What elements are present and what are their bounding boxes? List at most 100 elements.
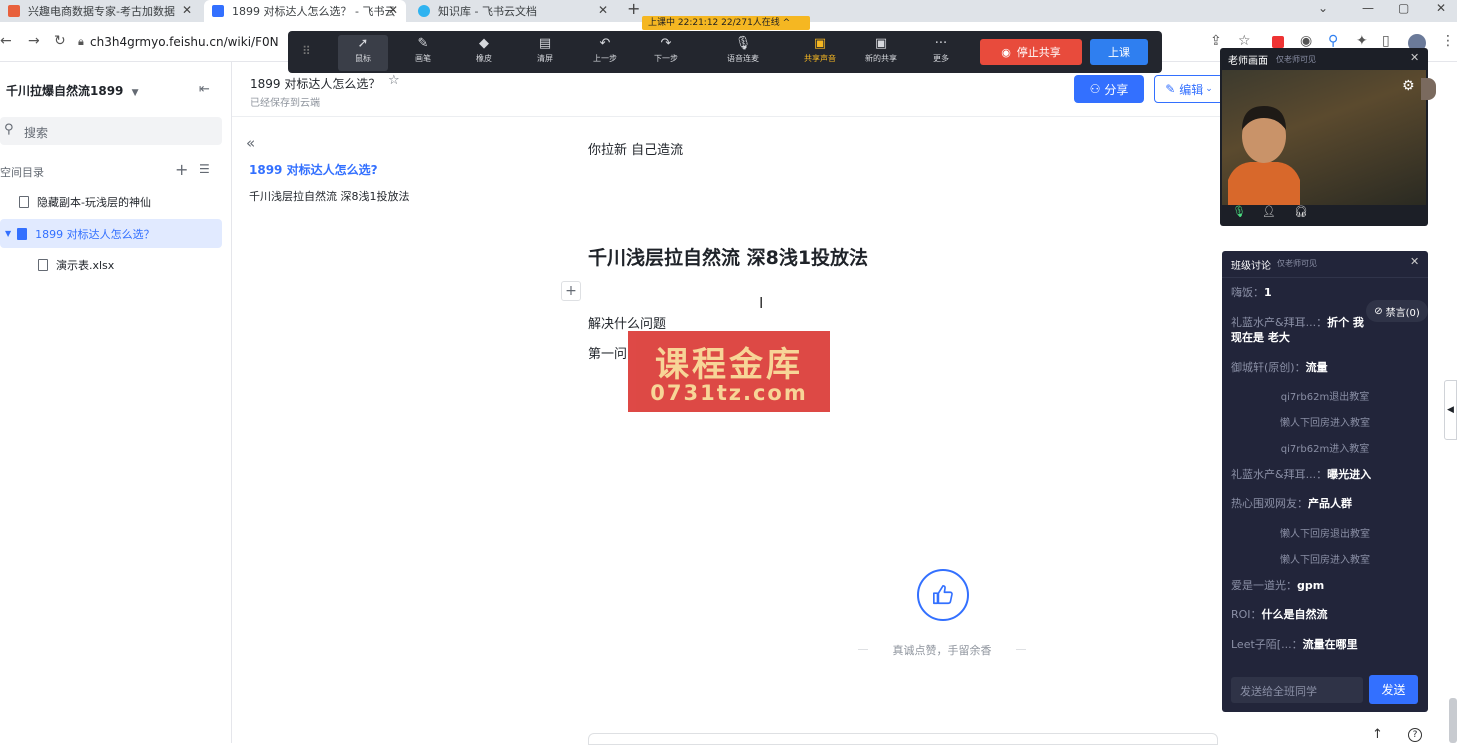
system-notice: qi7rb62m退出教室	[1280, 392, 1370, 403]
tool-pen[interactable]: ✎ 画笔	[398, 35, 448, 71]
share-button[interactable]: ⚇ 分享	[1074, 75, 1144, 103]
send-button[interactable]: 发送	[1369, 675, 1418, 704]
lock-icon[interactable]: 🔒︎	[78, 35, 84, 49]
browser-tab-3[interactable]: 知识库 - 飞书云文档 ✕	[410, 0, 616, 22]
tree-options-icon[interactable]: ☰	[199, 162, 210, 176]
extension-icon[interactable]: ◉	[1300, 33, 1312, 49]
sidebar-item-hidden-copy[interactable]: 隐藏副本-玩浅层的神仙	[0, 187, 222, 216]
chevron-down-icon: ⌄	[1205, 84, 1213, 94]
extension-icon[interactable]: ⚲	[1328, 33, 1338, 49]
doc-icon	[17, 227, 28, 240]
save-status: 已经保存到云端	[250, 98, 320, 109]
sidebar-search-input[interactable]: ⚲ 搜索	[0, 117, 222, 145]
expand-caret-icon[interactable]: ▼	[5, 229, 11, 238]
mic-icon[interactable]: 🎙︎	[1232, 205, 1246, 218]
settings-gear-icon[interactable]: ⚙	[1402, 78, 1415, 94]
browser-menu-icon[interactable]: ⋮	[1441, 33, 1455, 49]
chat-message: 御城轩(原创)：流量	[1231, 361, 1328, 374]
edit-button[interactable]: ✎ 编辑 ⌄	[1154, 75, 1224, 103]
bookmark-star-icon[interactable]: ☆	[1238, 33, 1251, 49]
cursor-icon: ➚	[357, 36, 369, 51]
space-dropdown-icon[interactable]: ▼	[132, 88, 139, 98]
tab-title: 知识库 - 飞书云文档	[438, 5, 537, 18]
help-icon[interactable]: ?	[1408, 728, 1422, 742]
browser-tab-2[interactable]: 1899 对标达人怎么选？ - 飞书云 ✕	[204, 0, 406, 22]
tab-close-icon[interactable]: ✕	[182, 3, 192, 17]
space-title[interactable]: 千川拉爆自然流1899 ▼	[6, 82, 139, 99]
panel-subtitle: 仅老师可见	[1276, 55, 1316, 64]
doc-icon	[19, 195, 29, 208]
pen-icon: ✎	[417, 36, 429, 51]
favorite-star-icon[interactable]: ☆	[388, 73, 400, 88]
teacher-video: ⚙	[1222, 70, 1426, 205]
undo-icon: ↶	[599, 36, 611, 51]
sidebar-item-label: 隐藏副本-玩浅层的神仙	[37, 195, 151, 209]
mute-all-button[interactable]: ⊘ 禁言(0)	[1366, 300, 1428, 322]
tab-favicon-icon	[212, 5, 224, 17]
tab-close-icon[interactable]: ✕	[598, 3, 608, 17]
back-icon[interactable]: ←	[0, 33, 12, 49]
close-icon[interactable]: ✕	[1410, 51, 1419, 64]
share-page-icon[interactable]: ⇪	[1210, 33, 1222, 49]
mute-icon: ⊘	[1374, 305, 1383, 317]
tool-clear[interactable]: ▤ 清屏	[520, 35, 570, 71]
chat-message: 礼蓝水产&拜耳...：折个 我现在是 老大	[1231, 316, 1364, 344]
tab-favicon-icon	[8, 5, 20, 17]
chat-message: 热心围观网友：产品人群	[1231, 497, 1352, 510]
system-notice: 懒人下回房进入教室	[1280, 418, 1370, 429]
maximize-icon[interactable]: ▢	[1398, 1, 1409, 15]
like-button[interactable]	[917, 569, 969, 621]
tool-voice-link[interactable]: 🎙︎ 语音连麦	[718, 35, 768, 71]
url-text[interactable]: ch3h4grmyo.feishu.cn/wiki/F0N	[90, 35, 279, 49]
collapse-toc-icon[interactable]: «	[246, 134, 255, 152]
comment-box[interactable]	[588, 733, 1218, 745]
scrollbar-thumb[interactable]	[1449, 698, 1457, 743]
tool-cursor[interactable]: ➚ 鼠标	[338, 35, 388, 71]
start-class-button[interactable]: 上课	[1090, 39, 1148, 65]
chat-message: 爱是一道光：gpm	[1231, 579, 1325, 592]
chat-message: 嗨饭：1	[1231, 286, 1272, 299]
tool-new-share[interactable]: ▣ 新的共享	[856, 35, 906, 71]
panel-subtitle: 仅老师可见	[1277, 259, 1317, 268]
toc-item[interactable]: 千川浅层拉自然流 深8浅1投放法	[249, 188, 410, 204]
user-icon[interactable]: 👤︎	[1262, 205, 1276, 218]
tab-search-icon[interactable]: ⌄	[1318, 1, 1328, 15]
browser-tab-1[interactable]: 兴趣电商数据专家-考古加数据 ✕	[0, 0, 200, 22]
doc-title[interactable]: 1899 对标达人怎么选？	[250, 75, 380, 92]
tool-undo[interactable]: ↶ 上一步	[580, 35, 630, 71]
minimize-icon[interactable]: —	[1362, 1, 1374, 15]
close-icon[interactable]: ✕	[1410, 255, 1419, 268]
tool-share-audio[interactable]: ▣ 共享声音	[795, 35, 845, 71]
reload-icon[interactable]: ↻	[54, 33, 66, 49]
chat-message: Leet子陌[...：流量在哪里	[1231, 638, 1358, 651]
add-block-icon[interactable]: +	[561, 281, 581, 301]
new-share-icon: ▣	[874, 36, 888, 51]
drag-handle-icon[interactable]: ⠿	[302, 44, 311, 58]
close-window-icon[interactable]: ✕	[1436, 1, 1446, 15]
back-to-top-icon[interactable]: ↑	[1372, 727, 1383, 742]
thumbs-up-icon	[933, 585, 953, 605]
extensions-puzzle-icon[interactable]: ✦	[1356, 33, 1368, 49]
toc-title[interactable]: 1899 对标达人怎么选?	[249, 161, 378, 178]
side-panel-icon[interactable]: ▯	[1382, 33, 1390, 49]
headset-icon[interactable]: 🎧︎	[1294, 205, 1308, 218]
stop-share-button[interactable]: ◉ 停止共享	[980, 39, 1082, 65]
chat-message: 礼蓝水产&拜耳...：曝光进入	[1231, 468, 1372, 481]
new-tab-icon[interactable]: +	[627, 0, 640, 18]
tab-close-icon[interactable]: ✕	[388, 3, 398, 17]
tool-redo[interactable]: ↷ 下一步	[641, 35, 691, 71]
teacher-video-panel: 老师画面 仅老师可见 ✕ ⚙ 🎙︎ 👤︎ 🎧︎	[1220, 48, 1428, 226]
sidebar-item-demo-sheet[interactable]: 演示表.xlsx	[0, 250, 222, 279]
forward-icon[interactable]: →	[28, 33, 40, 49]
chat-input[interactable]: 发送给全班同学	[1231, 677, 1363, 703]
tab-title: 1899 对标达人怎么选？ - 飞书云	[232, 5, 396, 18]
live-status-badge[interactable]: 上课中 22:21:12 22/271人在线 ^	[642, 16, 810, 30]
collapse-sidebar-icon[interactable]: ⇤	[199, 82, 210, 97]
side-expand-handle[interactable]: ◀	[1444, 380, 1457, 440]
add-page-icon[interactable]: +	[175, 160, 188, 179]
sidebar-item-current-doc[interactable]: ▼ 1899 对标达人怎么选？	[0, 219, 222, 248]
tool-more[interactable]: ··· 更多	[916, 35, 966, 71]
stop-record-icon: ◉	[1001, 45, 1011, 59]
tool-eraser[interactable]: ◆ 橡皮	[459, 35, 509, 71]
extension-icon[interactable]	[1272, 36, 1284, 48]
